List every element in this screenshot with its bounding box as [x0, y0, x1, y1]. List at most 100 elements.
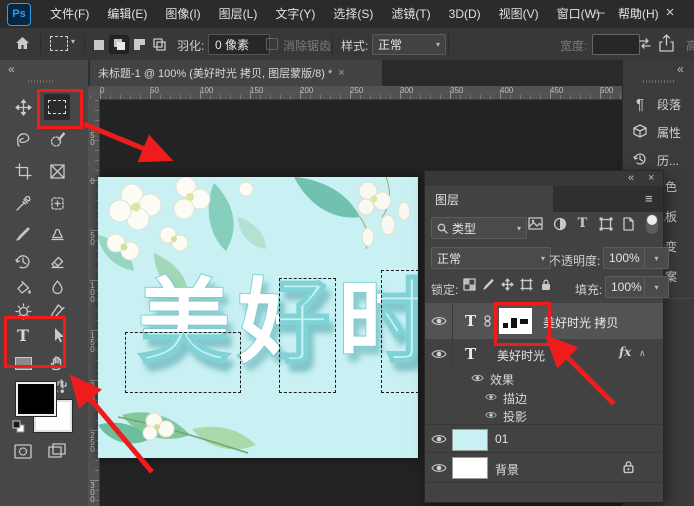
filter-pixel-layers-icon[interactable]: [527, 215, 544, 232]
ruler-label: 250: [88, 431, 97, 452]
blend-mode-select[interactable]: 正常 ▾: [431, 247, 551, 269]
lock-position-icon[interactable]: [499, 276, 516, 293]
collapse-dock-icon[interactable]: «: [677, 62, 684, 76]
foreground-color-swatch[interactable]: [16, 382, 56, 416]
screen-mode-icon[interactable]: [44, 438, 70, 464]
layer-filter-select[interactable]: 类型 ▾: [431, 217, 527, 239]
quick-mask-icon[interactable]: [10, 438, 36, 464]
layer-name[interactable]: 美好时光: [497, 347, 545, 364]
opacity-dropdown-icon[interactable]: ▾: [644, 247, 669, 269]
panel-button-history[interactable]: 历...: [623, 146, 694, 174]
move-tool[interactable]: [10, 94, 36, 120]
layer-row[interactable]: 01: [425, 425, 663, 452]
antialias-checkbox[interactable]: [266, 38, 278, 50]
selection-mode-subtract[interactable]: [130, 36, 148, 53]
clone-stamp-tool[interactable]: [44, 220, 70, 246]
panel-menu-icon[interactable]: ≡: [645, 191, 653, 206]
visibility-toggle[interactable]: [425, 339, 453, 369]
visibility-toggle[interactable]: [425, 425, 453, 452]
layer-name[interactable]: 01: [495, 432, 508, 446]
selection-mode-add[interactable]: [110, 36, 128, 53]
photoshop-logo-icon[interactable]: Ps: [7, 3, 31, 26]
minimize-button[interactable]: ─: [583, 0, 617, 28]
collapse-panel-icon[interactable]: «: [628, 172, 634, 184]
paint-bucket-tool[interactable]: [10, 274, 36, 300]
menu-layer[interactable]: 图层(L): [210, 0, 267, 28]
default-colors-icon[interactable]: [12, 420, 26, 437]
fx-badge[interactable]: fx: [619, 345, 631, 359]
feather-input[interactable]: 0 像素: [208, 34, 270, 55]
swap-colors-icon[interactable]: [56, 378, 68, 393]
lock-artboard-icon[interactable]: [518, 276, 535, 293]
menu-image[interactable]: 图像(I): [156, 0, 209, 28]
layer-thumbnail[interactable]: [452, 429, 488, 451]
maximize-button[interactable]: □: [618, 0, 652, 28]
width-label: 宽度:: [560, 37, 587, 54]
selection-mode-intersect[interactable]: [150, 36, 168, 53]
filter-toggle[interactable]: [646, 214, 658, 234]
width-input[interactable]: [592, 34, 640, 55]
eye-icon: [431, 463, 447, 473]
document-canvas[interactable]: 美好时光 美好时光 美好时光 美好时光 美好时光: [98, 177, 418, 458]
eye-icon[interactable]: [485, 411, 497, 419]
layer-name[interactable]: 美好时光 拷贝: [543, 314, 618, 331]
filter-shape-layers-icon[interactable]: [597, 215, 614, 232]
blur-tool[interactable]: [44, 274, 70, 300]
menu-view[interactable]: 视图(V): [490, 0, 548, 28]
menu-type[interactable]: 文字(Y): [266, 0, 324, 28]
eye-icon[interactable]: [485, 393, 497, 401]
chevron-down-icon: ▾: [541, 254, 545, 263]
home-icon[interactable]: [14, 35, 31, 55]
tab-layers[interactable]: 图层: [425, 186, 553, 212]
spot-healing-tool[interactable]: [44, 190, 70, 216]
eyedropper-tool[interactable]: [10, 190, 36, 216]
share-icon[interactable]: [658, 34, 675, 56]
effect-row-stroke[interactable]: 描边: [425, 388, 663, 406]
filter-adjustment-layers-icon[interactable]: [551, 215, 568, 232]
horizontal-ruler[interactable]: 0 50 100 150 200 250 300 350 400 450 500: [88, 86, 622, 100]
layer-name[interactable]: 背景: [495, 461, 519, 478]
menu-select[interactable]: 选择(S): [324, 0, 382, 28]
tool-preset-chevron-icon[interactable]: ▾: [71, 37, 75, 46]
effect-row-shadow[interactable]: 投影: [425, 406, 663, 424]
effects-row[interactable]: 效果: [425, 369, 663, 388]
type-layer-thumbnail[interactable]: T: [465, 312, 476, 330]
type-layer-thumbnail[interactable]: T: [465, 345, 476, 363]
close-panel-icon[interactable]: ×: [648, 172, 654, 184]
lock-transparency-icon[interactable]: [461, 276, 478, 293]
visibility-toggle[interactable]: [425, 453, 453, 482]
menu-filter[interactable]: 滤镜(T): [382, 0, 439, 28]
panel-button-paragraph[interactable]: ¶ 段落: [623, 90, 694, 118]
visibility-toggle[interactable]: [425, 303, 453, 339]
lock-label: 锁定:: [431, 281, 458, 298]
eye-icon[interactable]: [471, 374, 484, 382]
close-button[interactable]: ×: [653, 0, 687, 28]
selection-mode-new[interactable]: [90, 36, 108, 53]
lock-pixels-icon[interactable]: [480, 276, 497, 293]
crop-tool[interactable]: [10, 158, 36, 184]
menu-3d[interactable]: 3D(D): [440, 0, 490, 28]
eraser-tool[interactable]: [44, 248, 70, 274]
history-brush-tool[interactable]: [10, 248, 36, 274]
swap-dimensions-icon[interactable]: [638, 37, 652, 53]
layer-row-background[interactable]: 背景: [425, 453, 663, 482]
fx-collapse-icon[interactable]: ∧: [639, 348, 646, 359]
style-select[interactable]: 正常 ▾: [372, 34, 446, 55]
lock-all-icon[interactable]: [537, 276, 554, 293]
menu-file[interactable]: 文件(F): [41, 0, 98, 28]
document-tab[interactable]: 未标题-1 @ 100% (美好时光 拷贝, 图层蒙版/8) * ×: [90, 60, 382, 86]
fill-dropdown-icon[interactable]: ▾: [644, 276, 669, 298]
brush-tool[interactable]: [10, 220, 36, 246]
menu-edit[interactable]: 编辑(E): [98, 0, 156, 28]
panel-button-properties[interactable]: 属性: [623, 118, 694, 146]
quick-selection-tool[interactable]: [44, 126, 70, 152]
eye-icon: [431, 316, 447, 326]
frame-tool[interactable]: [44, 158, 70, 184]
filter-smart-objects-icon[interactable]: [620, 215, 637, 232]
lasso-tool[interactable]: [10, 126, 36, 152]
layer-thumbnail[interactable]: [452, 457, 488, 479]
marquee-tool-preset-icon[interactable]: [50, 36, 68, 51]
tab-close-icon[interactable]: ×: [338, 67, 344, 79]
filter-type-layers-icon[interactable]: T: [574, 215, 591, 232]
collapse-toolbar-icon[interactable]: «: [8, 62, 15, 76]
